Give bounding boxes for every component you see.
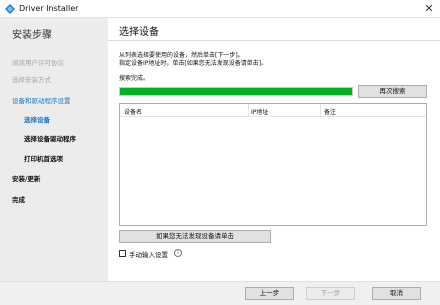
footer-bar: 上一步 下一步 取消 (0, 281, 440, 305)
steps-heading: 安装步骤 (12, 30, 52, 41)
manual-settings-checkbox[interactable] (119, 250, 126, 257)
column-device-name[interactable]: 设备名 (124, 107, 142, 116)
column-separator (248, 104, 249, 117)
step-select-driver: 选择设备驱动程序 (24, 135, 76, 143)
step-finish: 完成 (12, 196, 25, 204)
rescan-button[interactable]: 再次搜索 (358, 85, 427, 98)
window-title: Driver Installer (19, 4, 79, 13)
next-button[interactable]: 下一步 (306, 287, 355, 300)
search-progress-bar (119, 87, 353, 96)
title-bar: Driver Installer ✕ (0, 0, 440, 18)
title-divider (108, 40, 440, 41)
device-not-found-button[interactable]: 如果您无法发现设备请单击 (119, 230, 271, 243)
step-license: 阅读用户许可协议 (12, 59, 64, 67)
step-select-device: 选择设备 (24, 116, 50, 124)
search-status: 搜索完成。 (119, 75, 150, 82)
info-icon[interactable]: i (174, 249, 182, 257)
column-separator (320, 104, 321, 117)
column-comment[interactable]: 备注 (324, 107, 336, 116)
step-install-method: 选择安装方式 (12, 76, 51, 84)
step-install-update: 安装/更新 (12, 175, 41, 183)
page-title: 选择设备 (119, 27, 159, 38)
column-ip-address[interactable]: IP地址 (251, 107, 268, 116)
step-printer-preferences: 打印机首选项 (24, 155, 63, 163)
main-panel: 选择设备 从列表选择要使用的设备，然后单击[下一步]。 指定设备IP地址时，单击… (108, 18, 440, 281)
manual-settings-label[interactable]: 手动输入设置 (129, 249, 168, 259)
instruction-text-2: 指定设备IP地址时，单击[如果您无法发现设备请单击]。 (119, 60, 268, 67)
cancel-button[interactable]: 取消 (372, 287, 421, 300)
close-icon[interactable]: ✕ (422, 2, 436, 16)
app-icon (5, 4, 15, 14)
progress-fill (120, 88, 352, 95)
steps-sidebar: 安装步骤 阅读用户许可协议 选择安装方式 设备和驱动程序设置 选择设备 选择设备… (0, 18, 108, 281)
device-list[interactable]: 设备名 IP地址 备注 (119, 103, 427, 226)
device-list-header: 设备名 IP地址 备注 (120, 104, 426, 117)
step-device-driver-settings: 设备和驱动程序设置 (12, 97, 71, 105)
back-button[interactable]: 上一步 (245, 287, 294, 300)
